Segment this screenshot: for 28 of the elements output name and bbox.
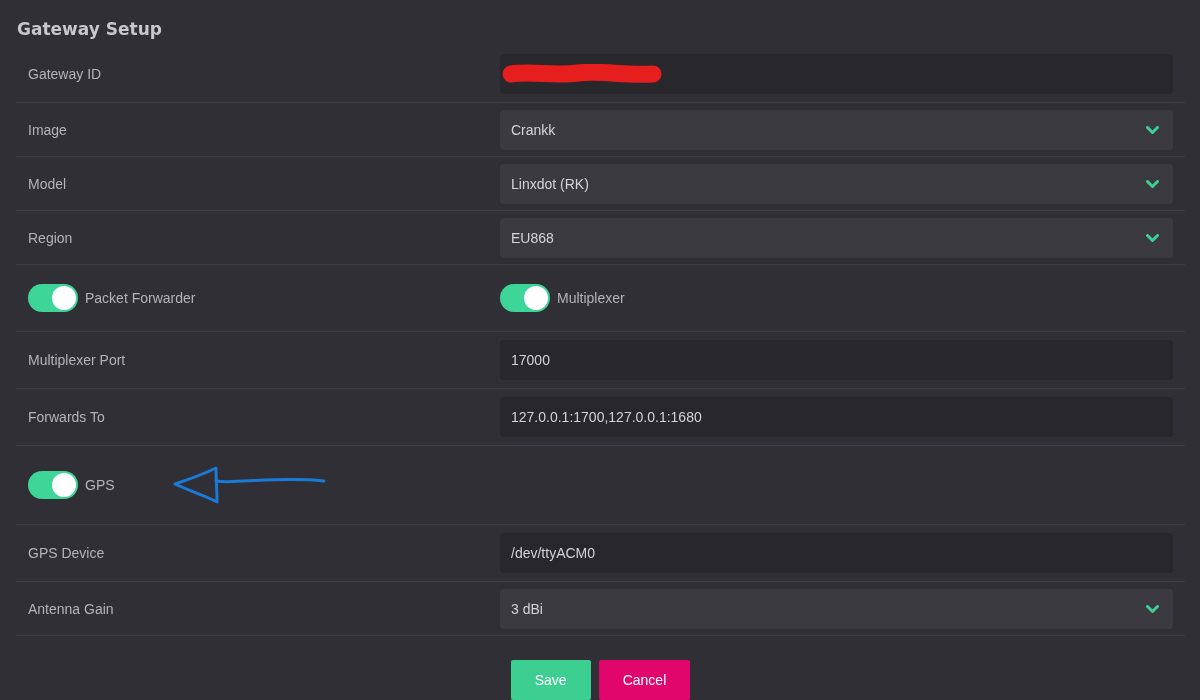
toggle-switch[interactable] [500,284,550,312]
toggle-switch[interactable] [28,471,78,499]
toggle-label: Packet Forwarder [85,290,196,306]
field-label: Model [28,176,68,192]
chevron-down-icon [1146,604,1159,614]
cancel-button[interactable]: Cancel [598,660,691,700]
input-field[interactable]: /dev/ttyACM0 [500,533,1173,573]
chevron-down-icon [1146,125,1159,135]
field-label: Image [28,122,68,138]
toggle-switch[interactable] [28,284,78,312]
field-label: GPS Device [28,545,106,561]
field-label: Region [28,230,74,246]
field-label: Multiplexer Port [28,352,127,368]
input-field[interactable] [500,54,1173,94]
field-label: Antenna Gain [28,601,115,617]
page-title: Gateway Setup [16,18,163,41]
field-label: Gateway ID [28,66,103,82]
toggle-label: Multiplexer [557,290,625,306]
select-field[interactable]: 3 dBi [500,589,1173,629]
chevron-down-icon [1146,179,1159,189]
input-field[interactable]: 127.0.0.1:1700,127.0.0.1:1680 [500,397,1173,437]
select-field[interactable]: Linxdot (RK) [500,164,1173,204]
select-field[interactable]: Crankk [500,110,1173,150]
chevron-down-icon [1146,233,1159,243]
input-field[interactable]: 17000 [500,340,1173,380]
field-label: Forwards To [28,409,106,425]
toggle-label: GPS [85,477,115,493]
select-field[interactable]: EU868 [500,218,1173,258]
